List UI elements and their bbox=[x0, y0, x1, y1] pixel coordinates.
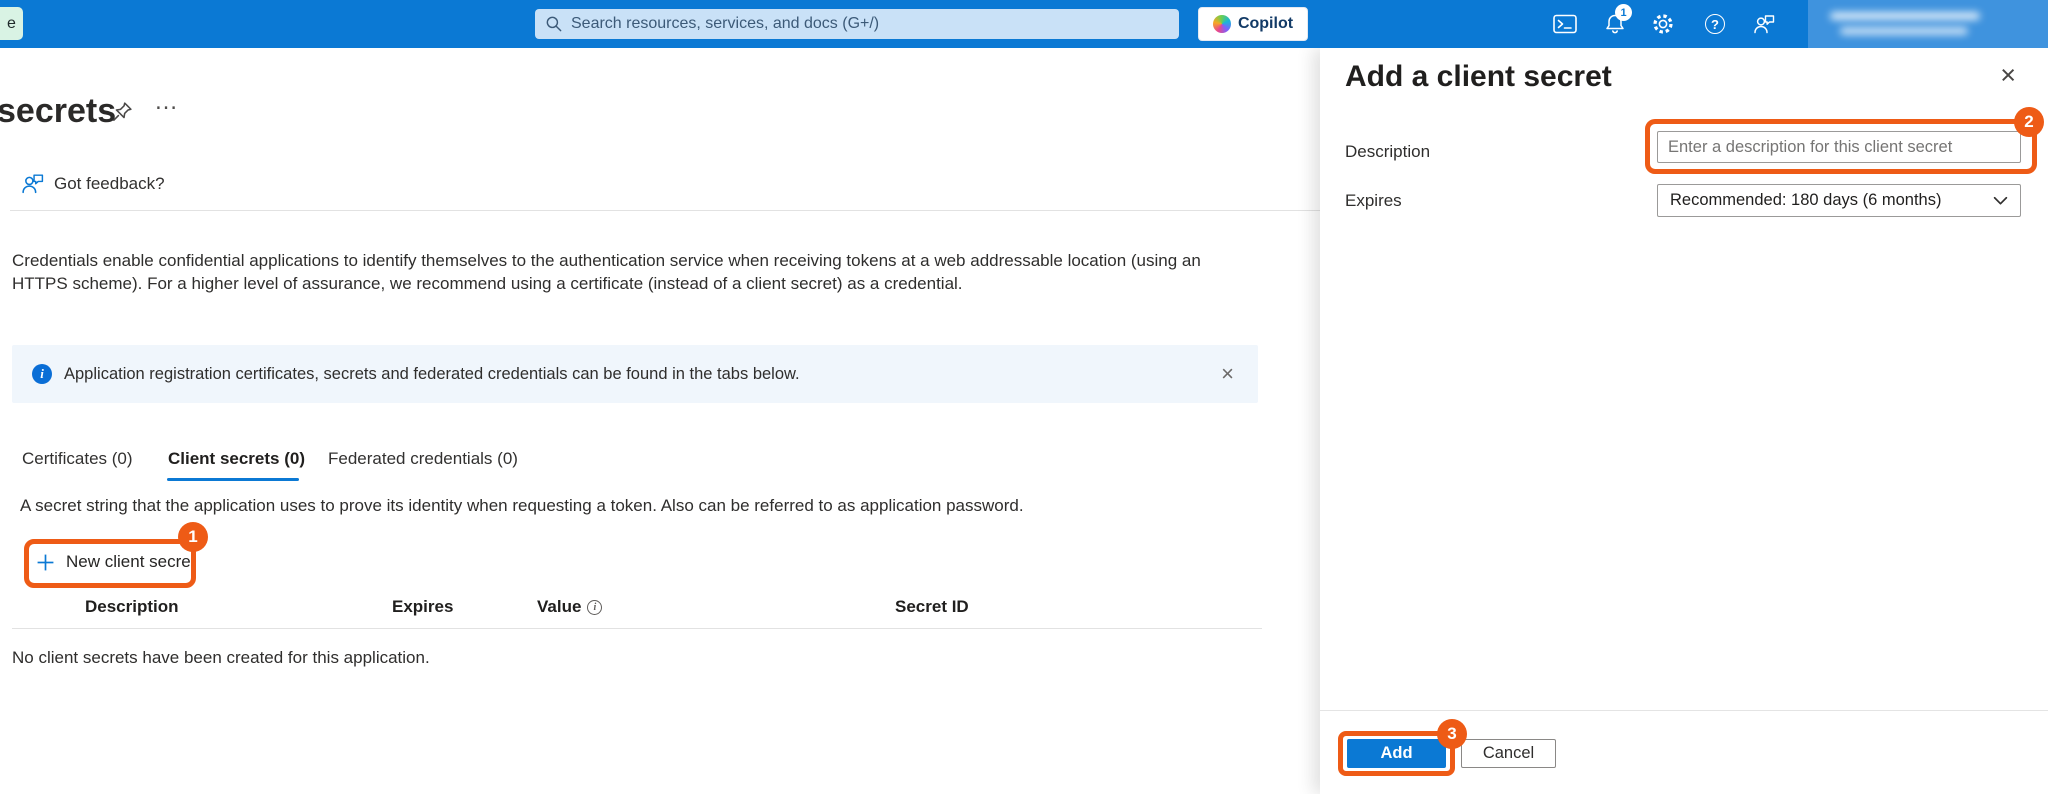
add-button[interactable]: Add bbox=[1347, 739, 1446, 768]
chevron-down-icon bbox=[1993, 196, 2008, 206]
annotation-badge-step1: 1 bbox=[178, 522, 208, 552]
description-input[interactable] bbox=[1657, 131, 2021, 163]
expires-selected-value: Recommended: 180 days (6 months) bbox=[1670, 191, 1993, 210]
account-menu[interactable] bbox=[1808, 0, 2048, 48]
client-secrets-description: A secret string that the application use… bbox=[20, 496, 1024, 516]
info-icon: i bbox=[32, 364, 52, 384]
column-header-expires: Expires bbox=[392, 597, 453, 617]
more-options-button[interactable]: … bbox=[154, 88, 180, 116]
help-button[interactable]: ? bbox=[1701, 10, 1729, 38]
copilot-label: Copilot bbox=[1238, 15, 1293, 33]
panel-title: Add a client secret bbox=[1345, 60, 1612, 94]
browser-edge-tab: e bbox=[0, 7, 23, 40]
search-icon bbox=[545, 15, 563, 33]
feedback-button[interactable] bbox=[1750, 10, 1778, 38]
panel-footer-divider bbox=[1320, 710, 2048, 711]
got-feedback-link[interactable]: Got feedback? bbox=[20, 172, 165, 195]
pin-icon[interactable] bbox=[110, 100, 134, 124]
feedback-icon bbox=[1752, 13, 1776, 35]
edge-tab-label: e bbox=[7, 15, 16, 33]
page-title: secrets bbox=[0, 92, 116, 131]
azure-portal-screen: e Search resources, services, and docs (… bbox=[0, 0, 2048, 794]
help-glyph: ? bbox=[1711, 17, 1719, 32]
account-directory-blurred bbox=[1840, 27, 1968, 35]
banner-close-icon[interactable]: × bbox=[1217, 363, 1238, 385]
add-client-secret-panel: Add a client secret × Description 2 Expi… bbox=[1320, 48, 2048, 794]
global-search-input[interactable]: Search resources, services, and docs (G+… bbox=[535, 9, 1179, 39]
new-client-secret-button[interactable]: New client secret bbox=[36, 552, 195, 572]
feedback-icon bbox=[20, 172, 45, 195]
table-header-divider bbox=[12, 628, 1262, 629]
tab-federated-credentials[interactable]: Federated credentials (0) bbox=[328, 440, 518, 478]
top-bar: e Search resources, services, and docs (… bbox=[0, 0, 2048, 48]
value-info-icon[interactable]: i bbox=[587, 600, 602, 615]
copilot-button[interactable]: Copilot bbox=[1198, 7, 1308, 41]
description-field-label: Description bbox=[1345, 142, 1430, 162]
column-header-secret-id: Secret ID bbox=[895, 597, 969, 617]
active-tab-underline bbox=[167, 478, 299, 481]
info-banner: i Application registration certificates,… bbox=[12, 345, 1258, 403]
help-icon: ? bbox=[1705, 14, 1725, 34]
plus-icon bbox=[36, 553, 55, 572]
column-header-value: Value i bbox=[537, 597, 602, 617]
notifications-button[interactable]: 1 bbox=[1601, 10, 1629, 38]
cloud-shell-icon bbox=[1553, 13, 1577, 35]
cancel-button[interactable]: Cancel bbox=[1461, 739, 1556, 768]
toolbar-divider bbox=[10, 210, 1320, 211]
tab-certificates[interactable]: Certificates (0) bbox=[22, 440, 133, 478]
got-feedback-label: Got feedback? bbox=[54, 174, 165, 194]
value-header-label: Value bbox=[537, 597, 581, 617]
info-banner-text: Application registration certificates, s… bbox=[64, 365, 1205, 384]
empty-table-message: No client secrets have been created for … bbox=[12, 648, 430, 668]
column-header-description: Description bbox=[85, 597, 179, 617]
gear-icon bbox=[1651, 12, 1675, 36]
new-client-secret-label: New client secret bbox=[66, 552, 195, 572]
notification-count-badge: 1 bbox=[1615, 4, 1632, 21]
tab-client-secrets[interactable]: Client secrets (0) bbox=[168, 440, 305, 478]
panel-close-icon[interactable]: × bbox=[2000, 62, 2016, 89]
search-placeholder: Search resources, services, and docs (G+… bbox=[571, 15, 879, 33]
info-glyph: i bbox=[40, 366, 44, 382]
credentials-intro-text: Credentials enable confidential applicat… bbox=[12, 250, 1227, 295]
expires-field-label: Expires bbox=[1345, 191, 1402, 211]
cloud-shell-button[interactable] bbox=[1551, 10, 1579, 38]
info-glyph: i bbox=[594, 602, 597, 613]
settings-button[interactable] bbox=[1649, 10, 1677, 38]
expires-dropdown[interactable]: Recommended: 180 days (6 months) bbox=[1657, 184, 2021, 217]
account-email-blurred bbox=[1830, 12, 1980, 20]
copilot-icon bbox=[1213, 15, 1231, 33]
